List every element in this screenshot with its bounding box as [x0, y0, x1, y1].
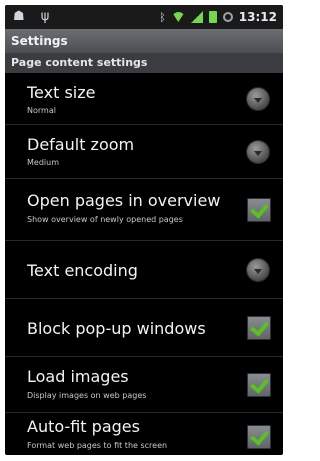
signal-icon [190, 11, 203, 23]
setting-auto-fit-pages[interactable]: Auto-fit pages Format web pages to fit t… [5, 413, 283, 455]
setting-subtitle: Show overview of newly opened pages [27, 215, 183, 224]
page-title: Settings [5, 29, 283, 53]
setting-title: Text size [27, 83, 96, 102]
battery-icon [208, 11, 217, 23]
usb-icon: ψ [40, 9, 56, 24]
wifi-icon [171, 12, 185, 22]
checkbox-checked-icon[interactable] [247, 316, 271, 340]
setting-title: Auto-fit pages [27, 417, 140, 436]
phone-screen: ☗ ψ ᛒ 13:12 Settings Page content settin… [5, 5, 283, 455]
setting-title: Text encoding [27, 261, 138, 280]
status-time: 13:12 [238, 10, 277, 24]
status-notifications: ☗ ψ [13, 9, 55, 24]
checkbox-checked-icon[interactable] [247, 425, 271, 449]
dropdown-icon[interactable] [247, 259, 269, 281]
alarm-icon [222, 12, 233, 22]
status-bar: ☗ ψ ᛒ 13:12 [5, 5, 283, 29]
setting-title: Default zoom [27, 135, 135, 154]
section-header: Page content settings [5, 53, 283, 73]
checkbox-checked-icon[interactable] [247, 373, 271, 397]
setting-subtitle: Display images on web pages [27, 391, 147, 400]
setting-load-images[interactable]: Load images Display images on web pages [5, 357, 283, 413]
setting-title: Open pages in overview [27, 191, 221, 210]
bluetooth-icon: ᛒ [159, 10, 166, 24]
status-indicators: ᛒ 13:12 [159, 8, 277, 26]
setting-title: Load images [27, 367, 129, 386]
dropdown-icon[interactable] [247, 88, 269, 110]
setting-default-zoom[interactable]: Default zoom Medium [5, 125, 283, 179]
checkbox-checked-icon[interactable] [247, 198, 271, 222]
android-icon: ☗ [13, 9, 31, 24]
setting-text-size[interactable]: Text size Normal [5, 73, 283, 125]
setting-open-pages-in-overview[interactable]: Open pages in overview Show overview of … [5, 179, 283, 241]
setting-subtitle: Normal [27, 106, 56, 115]
setting-title: Block pop-up windows [27, 319, 206, 338]
setting-text-encoding[interactable]: Text encoding [5, 241, 283, 299]
setting-subtitle: Medium [27, 158, 59, 167]
setting-subtitle: Format web pages to fit the screen [27, 441, 168, 450]
dropdown-icon[interactable] [247, 141, 269, 163]
setting-block-popup-windows[interactable]: Block pop-up windows [5, 299, 283, 357]
